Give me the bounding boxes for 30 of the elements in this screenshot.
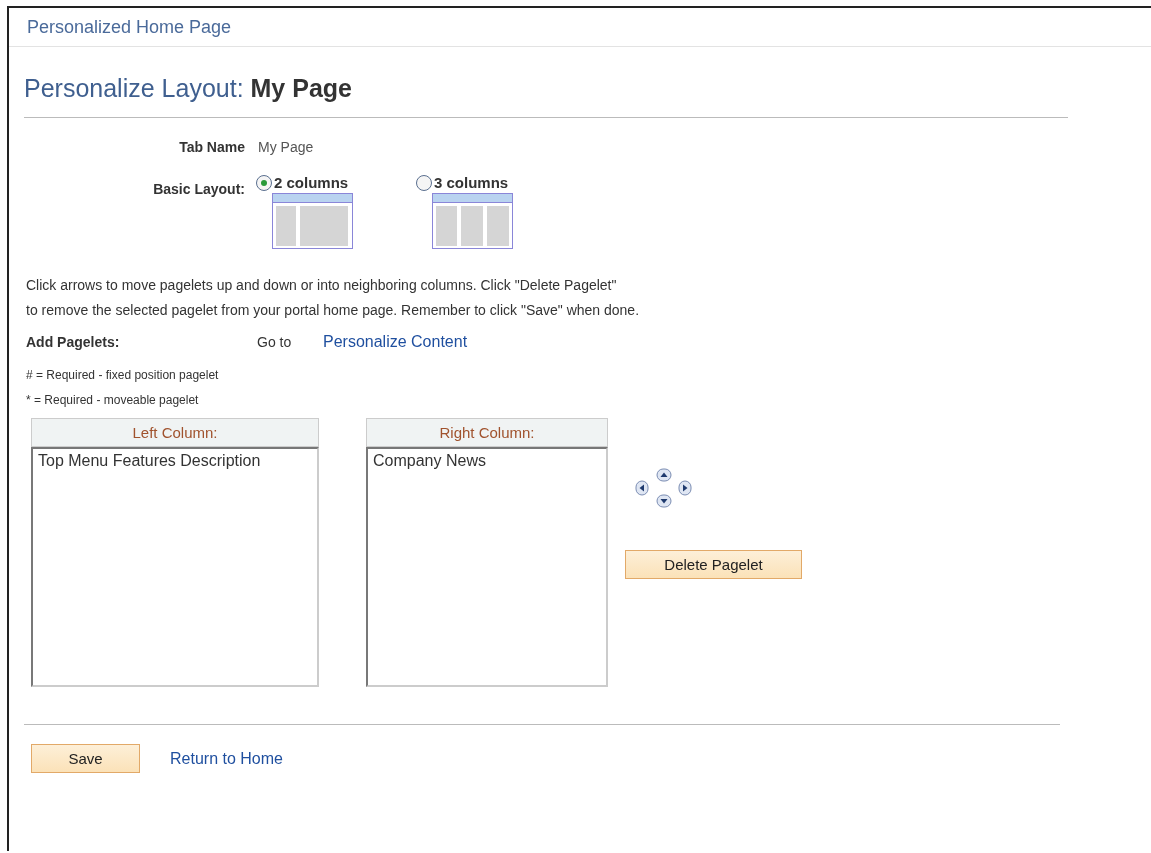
- go-to-text: Go to: [257, 334, 293, 350]
- pagelet-list[interactable]: Top Menu Features Description: [31, 447, 319, 687]
- column-header: Left Column:: [31, 418, 319, 447]
- radio-label: 2 columns: [274, 174, 349, 191]
- radio-button[interactable]: [416, 174, 432, 191]
- tab-name-label: Tab Name: [178, 139, 245, 155]
- delete-pagelet-button[interactable]: Delete Pagelet: [625, 550, 802, 579]
- legend-text: # = Required - fixed position pagelet: [26, 367, 220, 384]
- pagelet-item[interactable]: Company News: [373, 452, 601, 470]
- radio-button[interactable]: [256, 174, 272, 191]
- layout-preview-icon: [272, 193, 353, 249]
- move-left-icon[interactable]: [635, 480, 649, 496]
- save-button[interactable]: Save: [31, 744, 140, 773]
- move-right-icon[interactable]: [678, 480, 692, 496]
- page-header-title: Personalized Home Page: [27, 16, 232, 38]
- move-up-icon[interactable]: [655, 468, 672, 482]
- column-header: Right Column:: [366, 418, 608, 447]
- personalize-content-link[interactable]: Personalize Content: [323, 333, 468, 351]
- layout-preview-icon: [432, 193, 513, 249]
- page-title: Personalize Layout: My Page: [24, 74, 352, 102]
- radio-label: 3 columns: [434, 174, 509, 191]
- pagelet-item[interactable]: Top Menu Features Description: [38, 452, 312, 470]
- add-pagelets-label: Add Pagelets:: [26, 334, 121, 350]
- legend-text: * = Required - moveable pagelet: [26, 392, 200, 409]
- basic-layout-label: Basic Layout:: [152, 181, 245, 199]
- tab-name-value: My Page: [258, 139, 314, 155]
- pagelet-list[interactable]: Company News: [366, 447, 608, 687]
- move-down-icon[interactable]: [655, 494, 672, 508]
- instructions-text: Click arrows to move pagelets up and down or into neighboring columns. Click "Delete Pagelet" to remove the selected pagelet from your portal home page. Remember to click "Save" when done.: [26, 276, 641, 320]
- return-to-home-link[interactable]: Return to Home: [170, 749, 283, 768]
